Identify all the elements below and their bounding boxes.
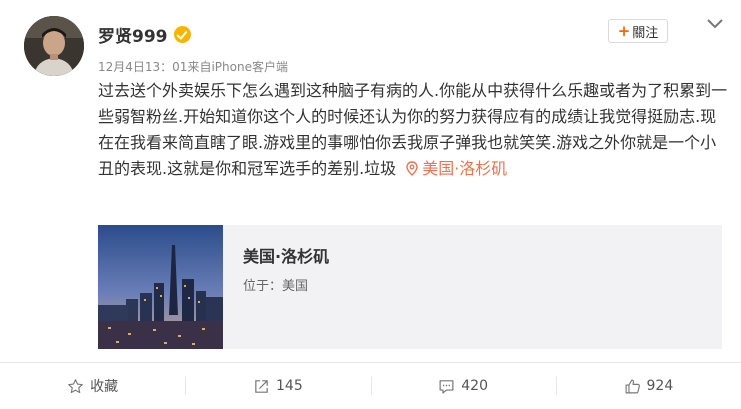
location-tag[interactable]: 美国·洛杉矶: [396, 159, 507, 178]
username[interactable]: 罗贤999: [98, 22, 191, 47]
avatar-image: [24, 16, 84, 76]
like-icon: [625, 379, 640, 393]
verified-icon: [173, 26, 191, 43]
action-bar: 收藏 145 420 924: [0, 363, 741, 409]
like-count: 924: [646, 378, 674, 394]
repost-button[interactable]: 145: [185, 363, 370, 409]
location-card-subtitle: 位于：美国: [243, 279, 309, 294]
location-pin-icon: [406, 161, 418, 176]
like-button[interactable]: 924: [555, 363, 741, 409]
location-card-title[interactable]: 美国·洛杉矶: [243, 243, 329, 267]
comment-count: 420: [461, 378, 488, 394]
comment-button[interactable]: 420: [370, 363, 556, 409]
follow-label: 關注: [632, 25, 659, 41]
location-tag-text[interactable]: 美国·洛杉矶: [422, 159, 507, 178]
favorite-button[interactable]: 收藏: [0, 363, 185, 409]
avatar[interactable]: [24, 16, 84, 76]
follow-button[interactable]: + 關注: [608, 19, 668, 43]
comment-icon: [439, 379, 454, 393]
favorite-label: 收藏: [90, 379, 119, 395]
chevron-down-icon[interactable]: [706, 17, 724, 31]
location-card[interactable]: 美国·洛杉矶 位于：美国: [98, 225, 722, 349]
plus-icon: +: [617, 21, 631, 40]
post-text: 过去送个外卖娱乐下怎么遇到这种脑子有病的人.你能从中获得什么乐趣或者为了积累到一…: [98, 78, 728, 182]
repost-count: 145: [276, 378, 303, 394]
star-icon: [68, 378, 83, 393]
repost-icon: [255, 379, 268, 393]
location-thumbnail: [98, 225, 223, 349]
username-text[interactable]: 罗贤999: [98, 22, 168, 47]
post-meta: 12月4日13：01来自iPhone客户端: [98, 60, 288, 74]
